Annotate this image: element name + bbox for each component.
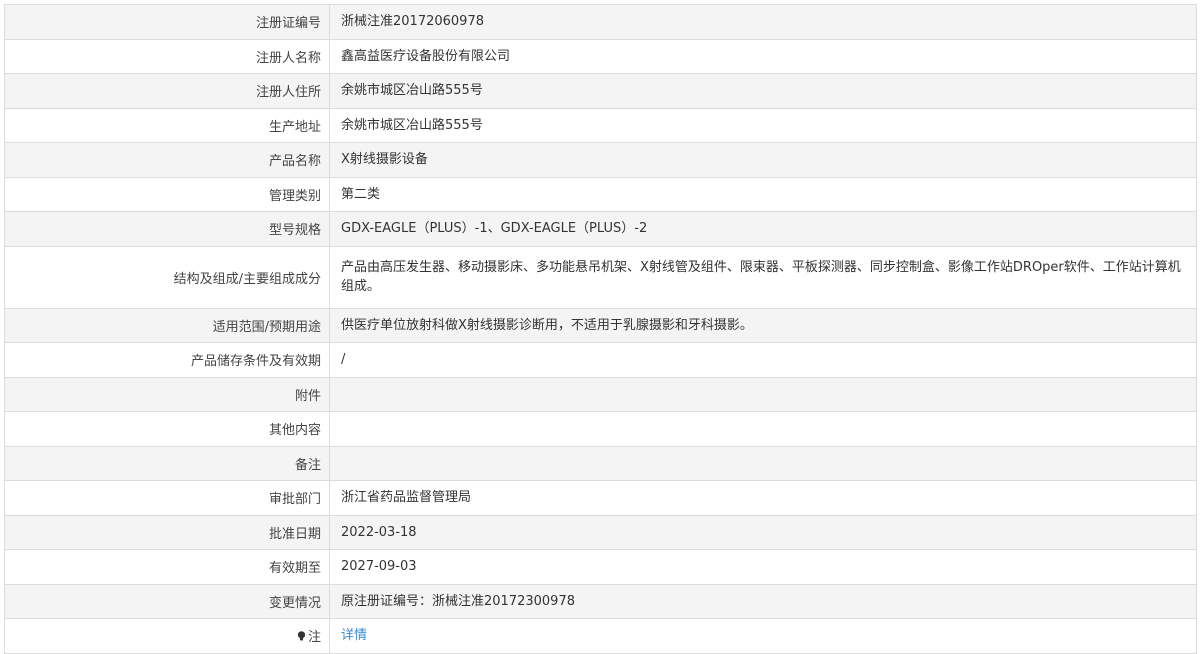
row-label: 注册证编号 bbox=[5, 5, 330, 39]
row-label: 有效期至 bbox=[5, 550, 330, 584]
table-row: 管理类别 第二类 bbox=[5, 177, 1197, 212]
table-row: 结构及组成/主要组成成分 产品由高压发生器、移动摄影床、多功能悬吊机架、X射线管… bbox=[5, 246, 1197, 309]
table-row: 注册人名称 鑫高益医疗设备股份有限公司 bbox=[5, 39, 1197, 74]
table-row: 适用范围/预期用途 供医疗单位放射科做X射线摄影诊断用，不适用于乳腺摄影和牙科摄… bbox=[5, 308, 1197, 343]
row-label: 管理类别 bbox=[5, 177, 330, 211]
note-label: 注 bbox=[307, 630, 321, 646]
row-value bbox=[330, 412, 1197, 446]
row-label: 附件 bbox=[5, 377, 330, 411]
note-label-cell: 注 bbox=[5, 619, 330, 653]
row-label: 适用范围/预期用途 bbox=[5, 308, 330, 342]
table-row: 有效期至 2027-09-03 bbox=[5, 550, 1197, 585]
table-row: 生产地址 余姚市城区冶山路555号 bbox=[5, 108, 1197, 143]
lightbulb-icon bbox=[297, 630, 306, 641]
row-label: 审批部门 bbox=[5, 481, 330, 515]
row-label: 其他内容 bbox=[5, 412, 330, 446]
row-label: 产品储存条件及有效期 bbox=[5, 343, 330, 377]
row-label: 注册人名称 bbox=[5, 39, 330, 73]
row-label: 生产地址 bbox=[5, 108, 330, 142]
row-value: 原注册证编号：浙械注准20172300978 bbox=[330, 584, 1197, 618]
row-value: / bbox=[330, 343, 1197, 377]
row-value bbox=[330, 377, 1197, 411]
row-value: 浙江省药品监督管理局 bbox=[330, 481, 1197, 515]
row-value: 2022-03-18 bbox=[330, 515, 1197, 549]
row-value: 2027-09-03 bbox=[330, 550, 1197, 584]
row-label: 变更情况 bbox=[5, 584, 330, 618]
row-value: 余姚市城区冶山路555号 bbox=[330, 74, 1197, 108]
row-value: GDX-EAGLE（PLUS）-1、GDX-EAGLE（PLUS）-2 bbox=[330, 212, 1197, 246]
table-row: 变更情况 原注册证编号：浙械注准20172300978 bbox=[5, 584, 1197, 619]
row-label: 产品名称 bbox=[5, 143, 330, 177]
row-value: 供医疗单位放射科做X射线摄影诊断用，不适用于乳腺摄影和牙科摄影。 bbox=[330, 308, 1197, 342]
row-label: 备注 bbox=[5, 446, 330, 480]
table-row: 注册人住所 余姚市城区冶山路555号 bbox=[5, 74, 1197, 109]
row-label: 结构及组成/主要组成成分 bbox=[5, 246, 330, 308]
registration-detail-table: 注册证编号 浙械注准20172060978 注册人名称 鑫高益医疗设备股份有限公… bbox=[4, 4, 1197, 654]
row-value: X射线摄影设备 bbox=[330, 143, 1197, 177]
row-label: 注册人住所 bbox=[5, 74, 330, 108]
row-value bbox=[330, 446, 1197, 480]
table-row: 型号规格 GDX-EAGLE（PLUS）-1、GDX-EAGLE（PLUS）-2 bbox=[5, 212, 1197, 247]
table-row: 审批部门 浙江省药品监督管理局 bbox=[5, 481, 1197, 516]
row-label: 批准日期 bbox=[5, 515, 330, 549]
table-row: 批准日期 2022-03-18 bbox=[5, 515, 1197, 550]
table-row: 注册证编号 浙械注准20172060978 bbox=[5, 5, 1197, 40]
row-value: 浙械注准20172060978 bbox=[330, 5, 1197, 39]
note-value-cell: 详情 bbox=[330, 619, 1197, 653]
row-value: 产品由高压发生器、移动摄影床、多功能悬吊机架、X射线管及组件、限束器、平板探测器… bbox=[330, 246, 1197, 308]
table-row: 产品名称 X射线摄影设备 bbox=[5, 143, 1197, 178]
table-row: 产品储存条件及有效期 / bbox=[5, 343, 1197, 378]
row-label: 型号规格 bbox=[5, 212, 330, 246]
row-value: 鑫高益医疗设备股份有限公司 bbox=[330, 39, 1197, 73]
details-link[interactable]: 详情 bbox=[341, 626, 367, 645]
row-value: 第二类 bbox=[330, 177, 1197, 211]
table-row: 备注 bbox=[5, 446, 1197, 481]
table-row: 附件 bbox=[5, 377, 1197, 412]
table-row: 其他内容 bbox=[5, 412, 1197, 447]
note-row: 注 详情 bbox=[5, 619, 1197, 654]
row-value: 余姚市城区冶山路555号 bbox=[330, 108, 1197, 142]
